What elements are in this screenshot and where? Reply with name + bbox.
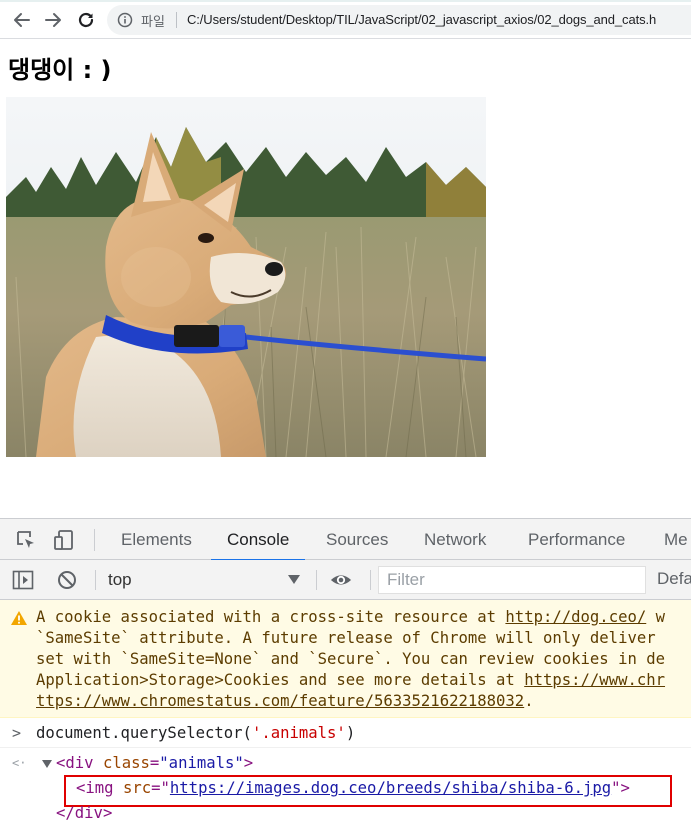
tab-memory[interactable]: Me	[664, 519, 688, 560]
back-arrow-icon	[14, 13, 30, 27]
browser-toolbar: 파일 C:/Users/student/Desktop/TIL/JavaScri…	[0, 0, 691, 39]
highlight-box	[64, 775, 672, 807]
url-text[interactable]: C:/Users/student/Desktop/TIL/JavaScript/…	[187, 12, 656, 27]
tag-name: div	[65, 754, 94, 772]
command-code: )	[345, 724, 356, 742]
warning-icon	[11, 611, 27, 625]
command-code: document.querySelector(	[36, 724, 252, 742]
expand-triangle-icon[interactable]	[42, 760, 52, 768]
console-output: A cookie associated with a cross-site re…	[0, 600, 691, 830]
prompt-chevron-icon: >	[12, 724, 22, 742]
warning-text: A cookie associated with a cross-site re…	[36, 608, 506, 626]
dog-image	[6, 97, 486, 457]
div-close-tag[interactable]: </div>	[56, 804, 112, 822]
console-toolbar: top Filter Defa	[0, 560, 691, 600]
toolbar-divider	[316, 570, 317, 590]
attribute-name: class	[102, 754, 150, 772]
dog-ceo-link[interactable]: http://dog.ceo/	[505, 608, 646, 626]
console-result: <· <div class="animals"> <img src="https…	[0, 748, 691, 830]
devtools-panel: Elements Console Sources Network Perform…	[0, 518, 691, 830]
tab-bar-divider	[94, 529, 95, 551]
file-scheme-label: 파일	[141, 15, 165, 30]
log-levels-dropdown[interactable]: Defa	[657, 569, 691, 589]
return-value-icon: <·	[12, 756, 27, 770]
warning-line-5: ttps://www.chromestatus.com/feature/5633…	[36, 692, 534, 710]
tab-strip-edge	[0, 0, 691, 2]
toolbar-divider	[95, 570, 96, 590]
toolbar-divider	[370, 570, 371, 590]
console-input-echo: > document.querySelector('.animals')	[0, 718, 691, 748]
address-bar[interactable]: 파일 C:/Users/student/Desktop/TIL/JavaScri…	[107, 5, 691, 35]
page-title: 댕댕이 : )	[8, 56, 112, 84]
warning-line-4: Application>Storage>Cookies and see more…	[36, 671, 665, 689]
chromestatus-feature-link[interactable]: ttps://www.chromestatus.com/feature/5633…	[36, 692, 524, 710]
warning-text: .	[524, 692, 534, 710]
context-selector[interactable]: top	[108, 568, 306, 592]
info-icon[interactable]	[117, 12, 133, 28]
reload-button[interactable]	[74, 8, 98, 32]
back-button[interactable]	[10, 8, 34, 32]
chromestatus-link[interactable]: https://www.chr	[524, 671, 665, 689]
tab-console[interactable]: Console	[210, 519, 306, 561]
warning-text: w	[646, 608, 666, 626]
device-toolbar-icon[interactable]	[53, 529, 75, 551]
div-open-tag[interactable]: <div class="animals">	[56, 754, 253, 772]
omnibox-separator	[176, 12, 177, 28]
forward-arrow-icon	[45, 13, 61, 27]
tab-network[interactable]: Network	[424, 519, 486, 560]
page-viewport: 댕댕이 : )	[0, 40, 691, 518]
warning-text: Application>Storage>Cookies and see more…	[36, 671, 525, 689]
shiba-photo-illustration	[6, 97, 486, 457]
tab-sources[interactable]: Sources	[326, 519, 388, 560]
console-sidebar-icon[interactable]	[12, 569, 34, 591]
tab-elements[interactable]: Elements	[121, 519, 192, 560]
dropdown-arrow-icon	[288, 575, 300, 584]
reload-icon	[78, 12, 94, 28]
devtools-tab-bar: Elements Console Sources Network Perform…	[0, 519, 691, 561]
command-text: document.querySelector('.animals')	[36, 724, 355, 742]
attribute-value: "animals"	[159, 754, 244, 772]
tab-performance[interactable]: Performance	[528, 519, 625, 560]
live-expression-eye-icon[interactable]	[330, 569, 352, 591]
clear-console-icon[interactable]	[56, 569, 78, 591]
inspect-element-icon[interactable]	[15, 529, 37, 551]
warning-line-2: `SameSite` attribute. A future release o…	[36, 629, 656, 647]
filter-input[interactable]: Filter	[378, 566, 646, 594]
context-selector-value: top	[108, 570, 132, 589]
warning-line-3: set with `SameSite=None` and `Secure`. Y…	[36, 650, 666, 668]
forward-button[interactable]	[41, 8, 65, 32]
warning-line-1: A cookie associated with a cross-site re…	[36, 608, 665, 626]
command-selector-string: '.animals'	[251, 724, 346, 742]
cookie-warning-message: A cookie associated with a cross-site re…	[0, 600, 691, 718]
